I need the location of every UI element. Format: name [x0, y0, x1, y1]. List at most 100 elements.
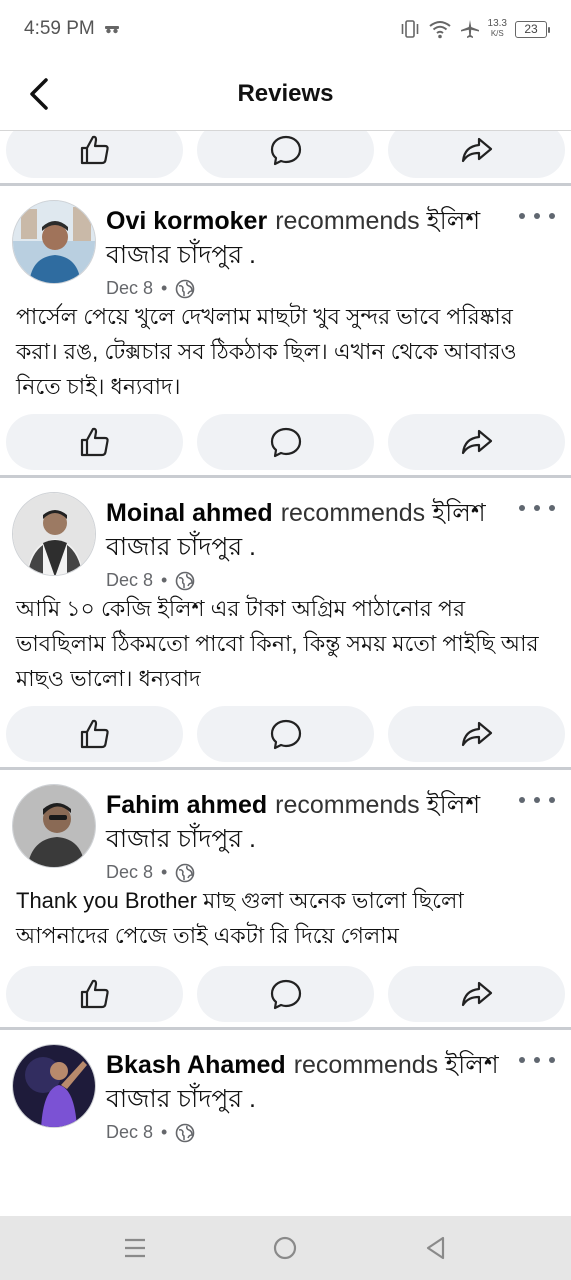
more-dots-icon	[519, 213, 525, 219]
comment-button[interactable]	[197, 966, 374, 1022]
review-text: Thank you Brother মাছ গুলা অনেক ভালো ছিল…	[16, 888, 464, 948]
vibrate-icon	[401, 20, 418, 38]
more-dots-icon	[519, 797, 525, 803]
share-button[interactable]	[388, 414, 565, 470]
avatar[interactable]	[12, 200, 96, 284]
review-card: Bkash Ahamed recommends ইলিশ বাজার চাঁদপু…	[0, 1032, 571, 1143]
review-text: পার্সেল পেয়ে খুলে দেখলাম মাছটা খুব সুন্…	[16, 304, 517, 399]
share-arrow-icon	[461, 429, 492, 455]
review-date[interactable]: Dec 8	[106, 570, 153, 591]
battery-indicator: 23	[515, 20, 550, 38]
like-button[interactable]	[6, 966, 183, 1022]
comment-button[interactable]	[197, 131, 374, 178]
author-line: Fahim ahmed recommends ইলিশ বাজার চাঁদপুর…	[106, 788, 511, 856]
review-card: Fahim ahmed recommends ইলিশ বাজার চাঁদপুর…	[0, 772, 571, 1032]
avatar[interactable]	[12, 492, 96, 576]
status-time: 4:59 PM	[24, 18, 95, 39]
author-name[interactable]: Ovi kormoker	[106, 207, 267, 235]
review-header: Fahim ahmed recommends ইলিশ বাজার চাঁদপুর…	[0, 772, 571, 883]
avatar-image	[13, 493, 95, 575]
battery-level: 23	[524, 22, 538, 36]
more-options-button[interactable]	[519, 496, 555, 520]
review-date[interactable]: Dec 8	[106, 278, 153, 299]
action-row	[0, 965, 571, 1023]
like-button[interactable]	[6, 131, 183, 178]
review-meta: Dec 8 •	[106, 862, 511, 883]
system-back-button[interactable]	[416, 1228, 456, 1268]
thumbs-up-icon	[80, 979, 109, 1009]
author-name[interactable]: Bkash Ahamed	[106, 1051, 286, 1079]
globe-icon	[176, 571, 195, 590]
comment-bubble-icon	[270, 427, 301, 458]
review-text: আমি ১০ কেজি ইলিশ এর টাকা অগ্রিম পাঠানোর …	[16, 596, 539, 691]
review-card: Ovi kormoker recommends ইলিশ বাজার চাঁদপু…	[0, 188, 571, 480]
comment-button[interactable]	[197, 414, 374, 470]
reviews-feed[interactable]: Ovi kormoker recommends ইলিশ বাজার চাঁদপু…	[0, 131, 571, 1216]
wifi-icon	[428, 21, 451, 39]
more-options-button[interactable]	[519, 1048, 555, 1072]
share-button[interactable]	[388, 131, 565, 178]
globe-icon	[176, 1123, 195, 1142]
author-line: Ovi kormoker recommends ইলিশ বাজার চাঁদপু…	[106, 204, 511, 272]
post-separator	[0, 179, 571, 188]
like-button[interactable]	[6, 706, 183, 762]
system-nav-bar	[0, 1216, 571, 1280]
review-header: Moinal ahmed recommends ইলিশ বাজার চাঁদপু…	[0, 480, 571, 591]
share-arrow-icon	[461, 721, 492, 747]
thumbs-up-icon	[80, 427, 109, 457]
share-button[interactable]	[388, 966, 565, 1022]
thumbs-up-icon	[80, 135, 109, 165]
review-date[interactable]: Dec 8	[106, 862, 153, 883]
review-meta: Dec 8 •	[106, 278, 511, 299]
avatar-image	[13, 201, 95, 283]
more-dots-icon	[519, 505, 525, 511]
avatar[interactable]	[12, 784, 96, 868]
post-separator	[0, 1023, 571, 1032]
globe-icon	[176, 863, 195, 882]
meta-dot: •	[161, 862, 168, 882]
more-options-button[interactable]	[519, 788, 555, 812]
more-options-button[interactable]	[519, 204, 555, 228]
avatar-image	[13, 1045, 95, 1127]
recommends-text: recommends	[293, 1051, 439, 1079]
action-row	[0, 131, 571, 179]
author-line: Bkash Ahamed recommends ইলিশ বাজার চাঁদপু…	[106, 1048, 511, 1116]
like-button[interactable]	[6, 414, 183, 470]
back-button[interactable]	[22, 74, 56, 114]
incognito-icon	[104, 26, 119, 34]
avatar-image	[13, 785, 95, 867]
review-header: Ovi kormoker recommends ইলিশ বাজার চাঁদপু…	[0, 188, 571, 299]
recents-button[interactable]	[115, 1228, 155, 1268]
review-meta: Dec 8 •	[106, 570, 511, 591]
avatar[interactable]	[12, 1044, 96, 1128]
meta-dot: •	[161, 570, 168, 590]
status-bar: 4:59 PM 13.3 K/S 23	[0, 0, 571, 58]
recommends-text: recommends	[280, 499, 426, 527]
chevron-left-icon	[30, 78, 48, 110]
comment-button[interactable]	[197, 706, 374, 762]
comment-bubble-icon	[270, 719, 301, 750]
network-speed: 13.3 K/S	[488, 19, 507, 39]
action-row	[0, 413, 571, 471]
post-separator	[0, 763, 571, 772]
review-card: Moinal ahmed recommends ইলিশ বাজার চাঁদপু…	[0, 480, 571, 772]
author-name[interactable]: Moinal ahmed	[106, 499, 273, 527]
post-separator	[0, 471, 571, 480]
share-button[interactable]	[388, 706, 565, 762]
home-circle-icon	[274, 1236, 297, 1260]
back-triangle-icon	[426, 1236, 444, 1260]
airplane-icon	[460, 20, 479, 38]
page-title: Reviews	[237, 80, 334, 107]
author-name[interactable]: Fahim ahmed	[106, 791, 267, 819]
app-header: Reviews	[0, 58, 571, 130]
more-dots-icon	[519, 1057, 525, 1063]
review-date[interactable]: Dec 8	[106, 1122, 153, 1143]
share-arrow-icon	[461, 981, 492, 1007]
home-button[interactable]	[265, 1228, 305, 1268]
recommends-text: recommends	[275, 791, 420, 819]
recommends-text: recommends	[275, 207, 420, 235]
meta-dot: •	[161, 1122, 168, 1142]
review-meta: Dec 8 •	[106, 1122, 511, 1143]
speed-value: 13.3	[487, 18, 507, 29]
comment-bubble-icon	[270, 979, 301, 1010]
